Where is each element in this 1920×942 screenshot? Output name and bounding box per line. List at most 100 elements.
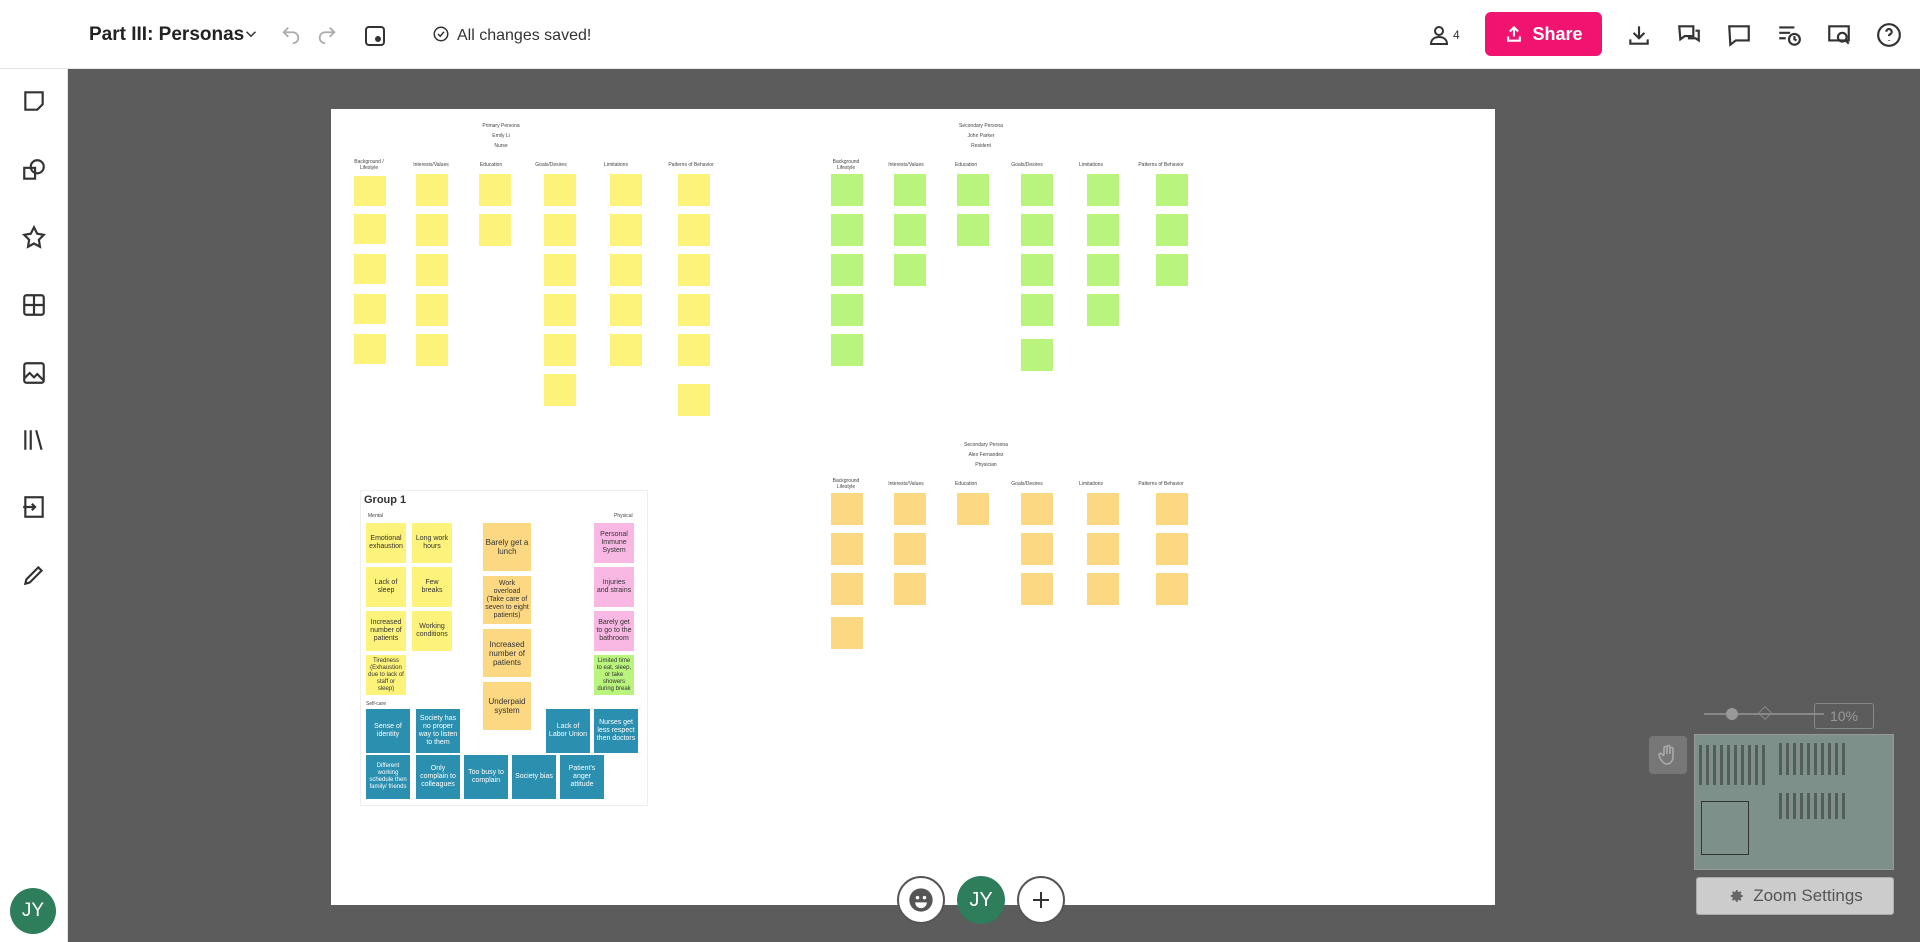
sticky-note[interactable]: Only complain to colleagues xyxy=(416,755,460,799)
sticky-note[interactable] xyxy=(544,294,576,326)
sticky-note[interactable]: Tiredness (Exhaustion due to lack of sta… xyxy=(366,655,406,695)
sticky-note[interactable]: Underpaid system xyxy=(483,682,531,730)
zoom-level[interactable]: 10% xyxy=(1814,703,1874,729)
sticky-note[interactable] xyxy=(354,254,386,284)
sticky-note[interactable] xyxy=(544,174,576,206)
sticky-note[interactable]: Different working schedule then family/ … xyxy=(366,755,410,799)
sticky-note[interactable] xyxy=(544,334,576,366)
sticky-note[interactable] xyxy=(354,214,386,244)
sticky-note[interactable] xyxy=(1156,254,1188,286)
minimap-viewport[interactable] xyxy=(1701,801,1749,855)
sticky-note[interactable] xyxy=(831,294,863,326)
sticky-note[interactable] xyxy=(1087,493,1119,525)
sticky-note[interactable]: Increased number of patients xyxy=(483,629,531,677)
sticky-note[interactable]: Patient's anger attitude xyxy=(560,755,604,799)
sticky-note[interactable] xyxy=(416,294,448,326)
sticky-note[interactable]: Work overload (Take care of seven to eig… xyxy=(483,576,531,624)
history-icon[interactable] xyxy=(1774,20,1804,50)
sticky-note[interactable] xyxy=(610,334,642,366)
sticky-note[interactable] xyxy=(354,334,386,364)
sticky-note[interactable] xyxy=(1021,254,1053,286)
share-button[interactable]: Share xyxy=(1485,12,1602,56)
sticky-note[interactable] xyxy=(544,254,576,286)
sticky-note[interactable] xyxy=(894,174,926,206)
sticky-note[interactable] xyxy=(1156,174,1188,206)
sticky-note[interactable] xyxy=(678,334,710,366)
sticky-note[interactable] xyxy=(1087,214,1119,246)
sticky-note[interactable] xyxy=(1021,294,1053,326)
minimap[interactable] xyxy=(1694,734,1894,870)
board-title[interactable]: Part III: Personas xyxy=(89,24,244,46)
add-collaborator-button[interactable] xyxy=(1017,876,1065,924)
sticky-note[interactable] xyxy=(831,573,863,605)
sticky-note[interactable] xyxy=(1156,493,1188,525)
chat-bubbles-icon[interactable] xyxy=(1674,20,1704,50)
sticky-note[interactable] xyxy=(831,334,863,366)
sticky-note[interactable]: Sense of identity xyxy=(366,709,410,753)
participants-icon[interactable] xyxy=(1424,20,1454,50)
sticky-note[interactable] xyxy=(610,214,642,246)
sticky-note[interactable] xyxy=(610,254,642,286)
sticky-note[interactable]: Nurses get less respect then doctors xyxy=(594,709,638,753)
grid-icon[interactable] xyxy=(14,290,54,320)
sticky-note[interactable]: Barely get to go to the bathroom xyxy=(594,611,634,651)
search-icon[interactable] xyxy=(1824,20,1854,50)
sticky-note[interactable]: Injuries and strains xyxy=(594,567,634,607)
sticky-note[interactable] xyxy=(894,533,926,565)
sticky-note[interactable] xyxy=(354,294,386,324)
sticky-note[interactable] xyxy=(831,214,863,246)
sticky-note[interactable] xyxy=(1156,573,1188,605)
library-icon[interactable] xyxy=(14,425,54,455)
sticky-note[interactable] xyxy=(416,214,448,246)
sticky-note[interactable]: Personal Immune System xyxy=(594,523,634,563)
sticky-note[interactable] xyxy=(610,294,642,326)
star-icon[interactable] xyxy=(14,222,54,252)
sticky-note[interactable] xyxy=(1087,294,1119,326)
chevron-down-icon[interactable] xyxy=(241,24,261,44)
sticky-note[interactable]: Long work hours xyxy=(412,523,452,563)
sticky-note[interactable] xyxy=(894,573,926,605)
pencil-icon[interactable] xyxy=(14,560,54,590)
sticky-note[interactable] xyxy=(831,493,863,525)
sticky-note[interactable]: Barely get a lunch xyxy=(483,523,531,571)
sticky-note-icon[interactable] xyxy=(14,86,54,116)
sticky-note[interactable] xyxy=(831,174,863,206)
sticky-note[interactable] xyxy=(831,533,863,565)
sticky-note[interactable] xyxy=(678,294,710,326)
sticky-note[interactable] xyxy=(678,174,710,206)
sticky-note[interactable] xyxy=(416,174,448,206)
sticky-note[interactable] xyxy=(894,254,926,286)
sticky-note[interactable] xyxy=(416,334,448,366)
sticky-note[interactable]: Society has no proper way to listen to t… xyxy=(416,709,460,753)
sticky-note[interactable]: Increased number of patients xyxy=(366,611,406,651)
sticky-note[interactable] xyxy=(1087,573,1119,605)
sticky-note[interactable]: Society bias xyxy=(512,755,556,799)
reaction-button[interactable] xyxy=(897,876,945,924)
sticky-note[interactable] xyxy=(1021,214,1053,246)
pan-tool-button[interactable] xyxy=(1649,736,1687,774)
sticky-note[interactable] xyxy=(354,176,386,206)
sticky-note[interactable] xyxy=(544,374,576,406)
sticky-note[interactable] xyxy=(1156,533,1188,565)
sticky-note[interactable] xyxy=(957,214,989,246)
group-1-frame[interactable]: Group 1 Mental Physical Self-care Emotio… xyxy=(360,490,648,806)
sticky-note[interactable]: Working conditions xyxy=(412,611,452,651)
sticky-note[interactable]: Emotional exhaustion xyxy=(366,523,406,563)
sticky-note[interactable] xyxy=(894,214,926,246)
sticky-note[interactable] xyxy=(1021,493,1053,525)
sticky-note[interactable] xyxy=(678,214,710,246)
frame-icon[interactable] xyxy=(362,24,388,48)
sticky-note[interactable] xyxy=(1087,533,1119,565)
sticky-note[interactable] xyxy=(479,174,511,206)
sticky-note[interactable] xyxy=(544,214,576,246)
redo-icon[interactable] xyxy=(315,24,339,46)
shapes-icon[interactable] xyxy=(14,155,54,185)
user-avatar[interactable]: JY xyxy=(10,888,56,934)
zoom-slider-handle[interactable] xyxy=(1726,708,1738,720)
sticky-note[interactable] xyxy=(831,254,863,286)
sticky-note[interactable]: Too busy to complain xyxy=(464,755,508,799)
zoom-settings-button[interactable]: Zoom Settings xyxy=(1696,877,1894,915)
sticky-note[interactable] xyxy=(678,254,710,286)
sticky-note[interactable] xyxy=(610,174,642,206)
sticky-note[interactable]: Lack of sleep xyxy=(366,567,406,607)
